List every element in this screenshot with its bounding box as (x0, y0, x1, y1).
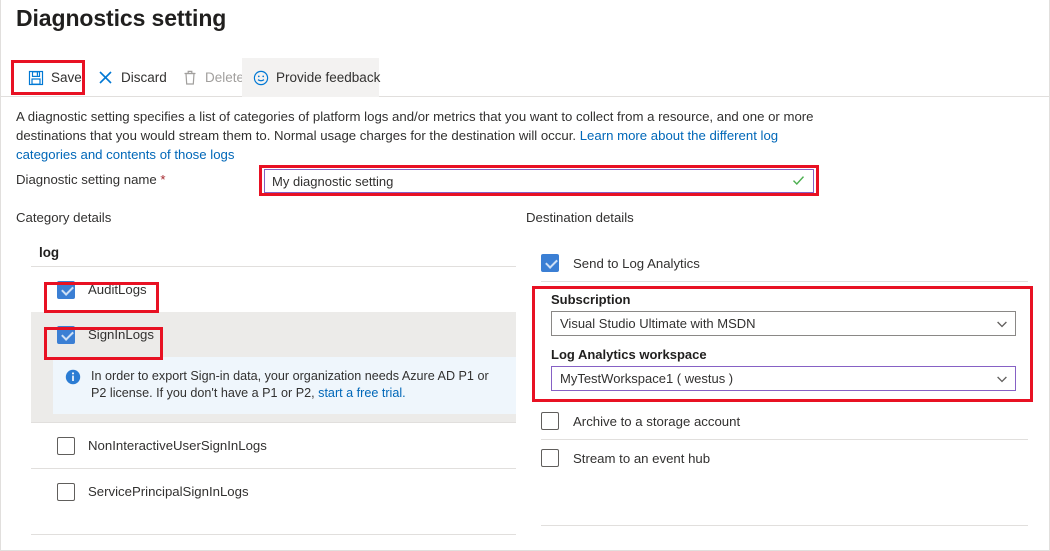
category-details-header: Category details (16, 210, 112, 225)
checkbox-archive-to-storage-account[interactable] (541, 412, 559, 430)
chevron-down-icon (996, 318, 1008, 330)
checkbox-stream-to-event-hub[interactable] (541, 449, 559, 467)
signin-info-text: In order to export Sign-in data, your or… (91, 368, 502, 402)
checkbox-signinlogs[interactable] (57, 325, 75, 344)
subscription-value: Visual Studio Ultimate with MSDN (560, 316, 756, 331)
category-row-noninteractiveusersigninlogs[interactable]: NonInteractiveUserSignInLogs (31, 423, 516, 468)
category-label-serviceprincipalsigninlogs: ServicePrincipalSignInLogs (88, 484, 249, 499)
destination-label-storage-account: Archive to a storage account (573, 413, 741, 429)
signin-info-banner: In order to export Sign-in data, your or… (53, 357, 516, 414)
divider (541, 525, 1028, 526)
diagnostic-setting-name-label: Diagnostic setting name * (16, 172, 166, 187)
checkbox-send-to-log-analytics[interactable] (541, 254, 559, 272)
divider (31, 534, 516, 535)
smiley-icon (252, 69, 269, 86)
discard-button[interactable]: Discard (87, 58, 170, 97)
feedback-label: Provide feedback (276, 70, 381, 85)
save-icon (27, 69, 44, 86)
trash-icon (181, 69, 198, 86)
category-row-serviceprincipalsigninlogs[interactable]: ServicePrincipalSignInLogs (31, 469, 516, 514)
workspace-dropdown[interactable]: MyTestWorkspace1 ( westus ) (551, 366, 1016, 391)
signin-info-body: In order to export Sign-in data, your or… (91, 369, 489, 400)
diagnostic-setting-name-value: My diagnostic setting (272, 173, 394, 189)
workspace-value: MyTestWorkspace1 ( westus ) (560, 371, 734, 386)
save-label: Save (51, 70, 82, 85)
provide-feedback-button[interactable]: Provide feedback (242, 58, 381, 97)
delete-label: Delete (205, 70, 245, 85)
page-title: Diagnostics setting (16, 5, 227, 31)
diagnostic-setting-name-input[interactable]: My diagnostic setting (264, 169, 814, 193)
destination-row-storage-account[interactable]: Archive to a storage account (541, 403, 1028, 439)
destination-details-header: Destination details (526, 210, 634, 225)
category-row-signinlogs[interactable]: SignInLogs (31, 312, 516, 357)
close-x-icon (97, 69, 114, 86)
category-label-noninteractiveusersigninlogs: NonInteractiveUserSignInLogs (88, 438, 267, 453)
name-label-text: Diagnostic setting name (16, 172, 157, 187)
workspace-label: Log Analytics workspace (551, 347, 707, 362)
description-text: A diagnostic setting specifies a list of… (16, 107, 816, 164)
save-button[interactable]: Save (17, 58, 82, 97)
diagnostics-setting-page: Diagnostics setting Save Discard Delete … (0, 0, 1050, 551)
command-bar: Save Discard Delete Provide feedback (1, 58, 1050, 97)
delete-button: Delete (171, 58, 246, 97)
free-trial-link[interactable]: start a free trial. (318, 386, 406, 400)
category-label-signinlogs: SignInLogs (88, 327, 154, 342)
category-label-auditlogs: AuditLogs (88, 282, 147, 297)
checkbox-noninteractiveusersigninlogs[interactable] (57, 436, 75, 455)
signin-info-wrapper: In order to export Sign-in data, your or… (31, 357, 516, 422)
checkmark-icon (792, 174, 805, 189)
log-analytics-fields: Subscription Visual Studio Ultimate with… (541, 282, 1028, 403)
category-details-panel: log AuditLogs SignInLogs In order to exp… (31, 245, 516, 514)
destination-row-log-analytics[interactable]: Send to Log Analytics (541, 245, 1028, 281)
checkbox-serviceprincipalsigninlogs[interactable] (57, 482, 75, 501)
category-row-auditlogs[interactable]: AuditLogs (31, 267, 516, 312)
required-marker: * (160, 172, 166, 187)
destination-label-log-analytics: Send to Log Analytics (573, 255, 700, 271)
subscription-label: Subscription (551, 292, 631, 307)
destination-details-panel: Send to Log Analytics Subscription Visua… (541, 245, 1028, 476)
log-group-title: log (39, 245, 60, 260)
destination-label-event-hub: Stream to an event hub (573, 450, 711, 466)
chevron-down-icon (996, 373, 1008, 385)
info-icon (65, 369, 81, 385)
destination-row-event-hub[interactable]: Stream to an event hub (541, 440, 1028, 476)
discard-label: Discard (121, 70, 167, 85)
checkbox-auditlogs[interactable] (57, 280, 75, 299)
subscription-dropdown[interactable]: Visual Studio Ultimate with MSDN (551, 311, 1016, 336)
